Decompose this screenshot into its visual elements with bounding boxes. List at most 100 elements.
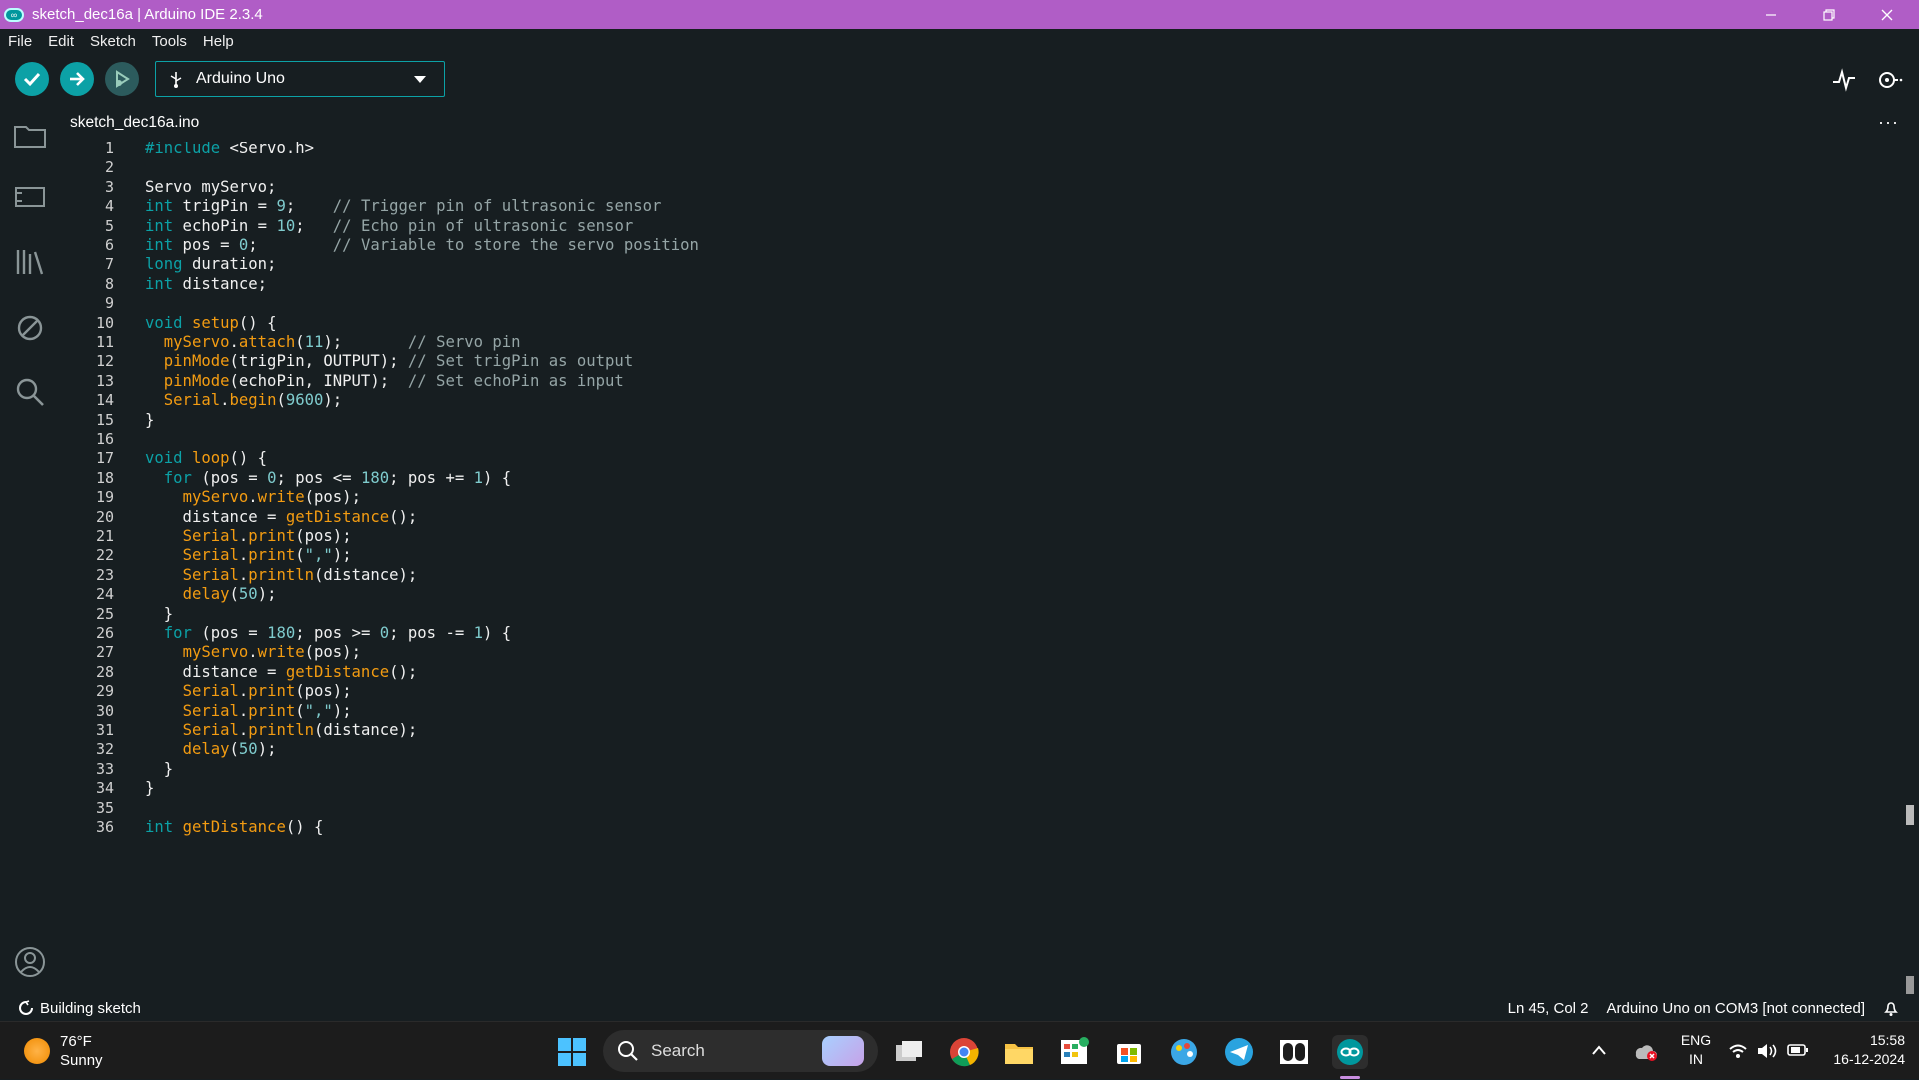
boards-manager-button[interactable]: [12, 178, 48, 214]
code-text: for (pos = 180; pos >= 0; pos -= 1) {: [163, 624, 512, 642]
sun-icon: [24, 1038, 50, 1064]
line-number: 13: [95, 371, 114, 390]
debug-panel-button[interactable]: [12, 310, 48, 346]
line-number: 32: [95, 740, 114, 759]
region-code: IN: [1689, 1051, 1703, 1067]
code-text: int trigPin = 9; // Trigger pin of ultra…: [145, 197, 662, 216]
restore-icon: [1823, 8, 1835, 21]
code-text: myServo.write(pos);: [182, 643, 361, 662]
status-right: Ln 45, Col 2 Arduino Uno on COM3 [not co…: [1508, 999, 1899, 1017]
scrollbar-marker: [1906, 805, 1914, 825]
task-view-icon: [896, 1041, 922, 1061]
code-text: pinMode(echoPin, INPUT); // Set echoPin …: [163, 371, 624, 390]
line-number: 25: [95, 604, 114, 623]
menu-sketch[interactable]: Sketch: [82, 33, 144, 50]
board-name: Arduino Uno: [196, 70, 285, 87]
line-number: 17: [95, 449, 114, 468]
code-text: myServo.write(pos);: [182, 488, 361, 507]
sketchbook-button[interactable]: [12, 118, 48, 154]
line-number: 33: [95, 759, 114, 778]
code-text: }: [145, 779, 155, 798]
weather-widget[interactable]: 76°F Sunny: [24, 1032, 103, 1070]
code-line[interactable]: 36 int getDistance() {: [60, 815, 1900, 839]
arduino-app-icon: ∞: [4, 7, 24, 22]
checkmark-icon: [23, 72, 41, 87]
minimize-icon: [1766, 13, 1776, 16]
line-number: 10: [95, 313, 114, 332]
search-icon: [618, 1041, 638, 1061]
cursor-position[interactable]: Ln 45, Col 2: [1508, 1000, 1589, 1017]
paint-app-button[interactable]: [1167, 1035, 1201, 1069]
chrome-icon: [950, 1038, 979, 1067]
task-view-button[interactable]: [892, 1035, 926, 1069]
line-number: 9: [104, 294, 114, 313]
line-number: 15: [95, 410, 114, 429]
more-options-button[interactable]: ···: [1878, 112, 1899, 133]
onedrive-error-icon[interactable]: [1633, 1040, 1657, 1062]
file-explorer-button[interactable]: [1002, 1035, 1036, 1069]
line-number: 8: [104, 274, 114, 293]
code-text: Serial.println(distance);: [182, 721, 418, 739]
menu-help[interactable]: Help: [195, 33, 242, 50]
windows-icon: [558, 1038, 586, 1066]
board-selector[interactable]: Arduino Uno: [155, 61, 445, 97]
telegram-button[interactable]: [1222, 1035, 1256, 1069]
battery-icon[interactable]: [1787, 1043, 1809, 1057]
line-number: 19: [95, 488, 114, 507]
folder-icon: [14, 126, 46, 148]
menu-tools[interactable]: Tools: [144, 33, 195, 50]
line-number: 22: [95, 546, 114, 565]
chevron-up-icon[interactable]: [1591, 1044, 1607, 1056]
account-button[interactable]: [12, 944, 48, 980]
search-icon: [16, 378, 44, 406]
chrome-button[interactable]: [947, 1035, 981, 1069]
clock[interactable]: 15:58 16-12-2024: [1819, 1031, 1905, 1069]
search-panel-button[interactable]: [12, 374, 48, 410]
code-text: }: [145, 410, 155, 429]
no-entry-icon: [17, 315, 43, 341]
menu-file[interactable]: File: [0, 33, 40, 50]
restore-button[interactable]: [1800, 0, 1858, 29]
file-tab-label: sketch_dec16a.ino: [70, 114, 200, 131]
wifi-icon[interactable]: [1728, 1042, 1748, 1060]
start-button[interactable]: [555, 1035, 589, 1069]
serial-plotter-button[interactable]: [1830, 66, 1858, 94]
library-icon: [16, 250, 44, 275]
bell-icon[interactable]: [1883, 999, 1899, 1017]
code-text: Serial.print(pos);: [182, 682, 352, 701]
code-text: }: [145, 759, 174, 778]
language-indicator[interactable]: ENG IN: [1676, 1031, 1716, 1069]
file-tab[interactable]: sketch_dec16a.ino: [60, 104, 210, 142]
debug-button[interactable]: [105, 62, 139, 96]
menu-bar: File Edit Sketch Tools Help: [0, 29, 1919, 54]
library-manager-button[interactable]: [12, 244, 48, 280]
dolby-app-button[interactable]: [1277, 1035, 1311, 1069]
line-number: 31: [95, 721, 114, 739]
line-number: 29: [95, 682, 114, 701]
line-number: 14: [95, 391, 114, 410]
verify-button[interactable]: [15, 62, 49, 96]
menu-edit[interactable]: Edit: [40, 33, 82, 50]
upload-button[interactable]: [60, 62, 94, 96]
close-button[interactable]: [1858, 0, 1916, 29]
taskbar-search[interactable]: Search: [603, 1030, 878, 1072]
line-number: 21: [95, 527, 114, 545]
scrollbar-thumb[interactable]: [1906, 976, 1914, 994]
microsoft-store-button[interactable]: [1112, 1035, 1146, 1069]
minimize-button[interactable]: [1742, 0, 1800, 29]
window-title: sketch_dec16a | Arduino IDE 2.3.4: [32, 6, 263, 23]
calculator-app-button[interactable]: [1057, 1035, 1091, 1069]
weather-condition: Sunny: [60, 1052, 103, 1069]
serial-monitor-button[interactable]: [1875, 66, 1903, 94]
board-connection-status[interactable]: Arduino Uno on COM3 [not connected]: [1607, 1000, 1866, 1017]
code-text: delay(50);: [182, 585, 277, 604]
arduino-taskbar-button[interactable]: [1332, 1035, 1368, 1069]
volume-icon[interactable]: [1756, 1042, 1778, 1060]
folder-icon: [1005, 1044, 1033, 1064]
spreadsheet-icon: [1061, 1037, 1089, 1064]
debug-icon: [116, 70, 130, 88]
line-number: 20: [95, 507, 114, 526]
left-sidebar: [0, 104, 60, 1024]
code-editor[interactable]: 1 #include <Servo.h> 2 3 Servo myServo; 4 int …: [60, 142, 1911, 994]
editor-scrollbar[interactable]: [1906, 142, 1916, 994]
